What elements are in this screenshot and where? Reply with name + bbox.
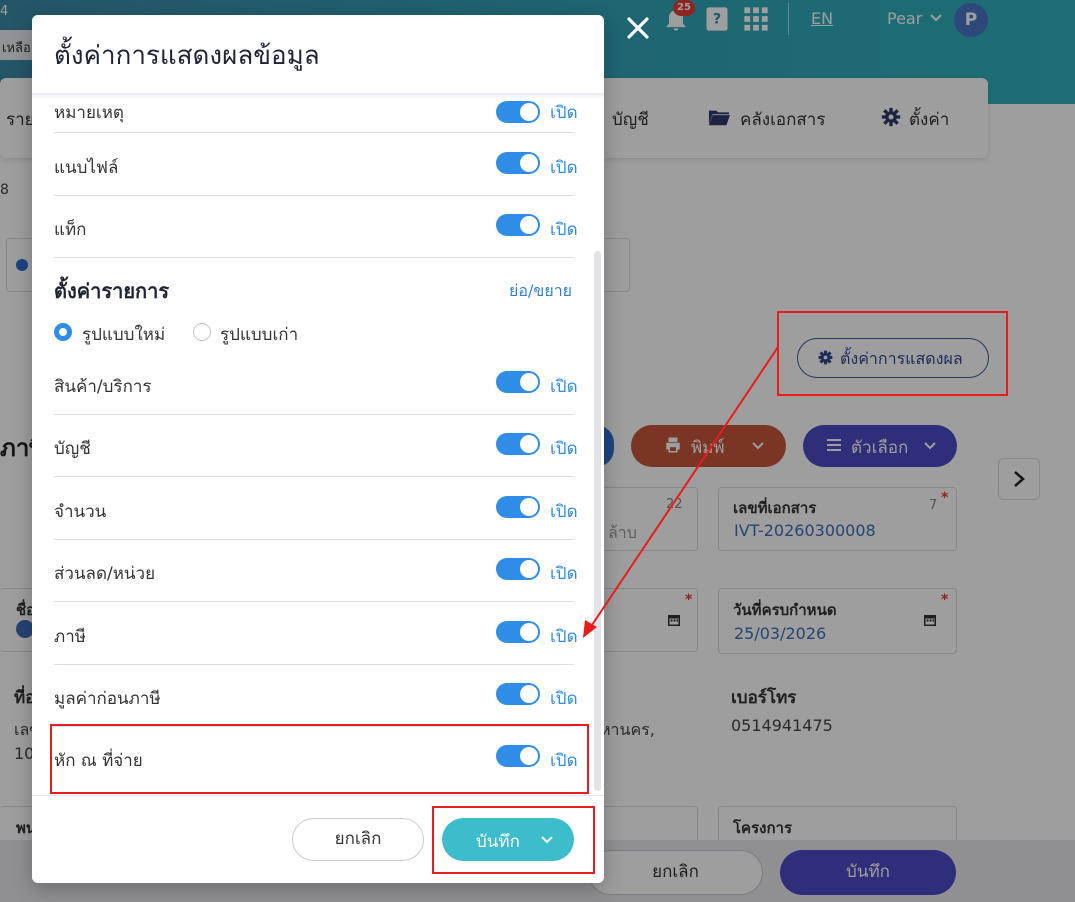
setting-row-tag: แท็ก เปิด: [54, 196, 578, 258]
setting-toggle[interactable]: [496, 558, 540, 580]
toggle-state: เปิด: [550, 439, 578, 459]
toggle-state: เปิด: [550, 689, 578, 709]
annotation-box-display-settings: [777, 311, 1008, 396]
setting-toggle[interactable]: [496, 214, 540, 236]
radio-old-layout[interactable]: [193, 323, 211, 341]
setting-toggle[interactable]: [496, 371, 540, 393]
setting-label: จำนวน: [54, 502, 107, 522]
toggle-state: เปิด: [550, 627, 578, 647]
setting-toggle[interactable]: [496, 101, 540, 123]
setting-label: ภาษี: [54, 627, 86, 647]
item-settings-title: ตั้งค่ารายการ: [54, 279, 170, 303]
setting-toggle[interactable]: [496, 683, 540, 705]
setting-row-attachment: แนบไฟล์ เปิด: [54, 134, 578, 196]
setting-row-discount: ส่วนลด/หน่วย เปิด: [54, 540, 578, 602]
annotation-box-save-button: [432, 806, 595, 874]
setting-row-product: สินค้า/บริการ เปิด: [54, 353, 578, 415]
setting-label: มูลค่าก่อนภาษี: [54, 689, 161, 709]
setting-row-quantity: จำนวน เปิด: [54, 478, 578, 540]
setting-toggle[interactable]: [496, 621, 540, 643]
toggle-state: เปิด: [550, 103, 578, 123]
annotation-box-withholding-row: [50, 724, 589, 794]
setting-toggle[interactable]: [496, 433, 540, 455]
setting-label: สินค้า/บริการ: [54, 377, 152, 397]
collapse-expand-link[interactable]: ย่อ/ขยาย: [509, 279, 572, 304]
setting-row-account: บัญชี เปิด: [54, 415, 578, 477]
toggle-state: เปิด: [550, 502, 578, 522]
setting-label: หมายเหตุ: [54, 103, 124, 123]
setting-label: แท็ก: [54, 220, 87, 240]
setting-row-tax: ภาษี เปิด: [54, 603, 578, 665]
close-icon[interactable]: [622, 12, 654, 44]
modal-scrollbar[interactable]: [594, 251, 601, 791]
footer-divider: [32, 795, 604, 796]
setting-label: แนบไฟล์: [54, 158, 119, 178]
toggle-state: เปิด: [550, 564, 578, 584]
modal-cancel-button[interactable]: ยกเลิก: [292, 818, 424, 861]
radio-new-layout[interactable]: [54, 323, 72, 341]
setting-row-pre-tax-value: มูลค่าก่อนภาษี เปิด: [54, 665, 578, 727]
toggle-state: เปิด: [550, 158, 578, 178]
radio-new-layout-label[interactable]: รูปแบบใหม่: [82, 321, 165, 348]
modal-header: ตั้งค่าการแสดงผลข้อมูล: [32, 15, 604, 93]
radio-old-layout-label[interactable]: รูปแบบเก่า: [220, 321, 298, 348]
toggle-state: เปิด: [550, 220, 578, 240]
modal-title: ตั้งค่าการแสดงผลข้อมูล: [54, 41, 320, 71]
setting-label: บัญชี: [54, 439, 91, 459]
setting-toggle[interactable]: [496, 496, 540, 518]
setting-toggle[interactable]: [496, 152, 540, 174]
toggle-state: เปิด: [550, 377, 578, 397]
header-shadow: [32, 93, 604, 99]
setting-label: ส่วนลด/หน่วย: [54, 564, 156, 584]
